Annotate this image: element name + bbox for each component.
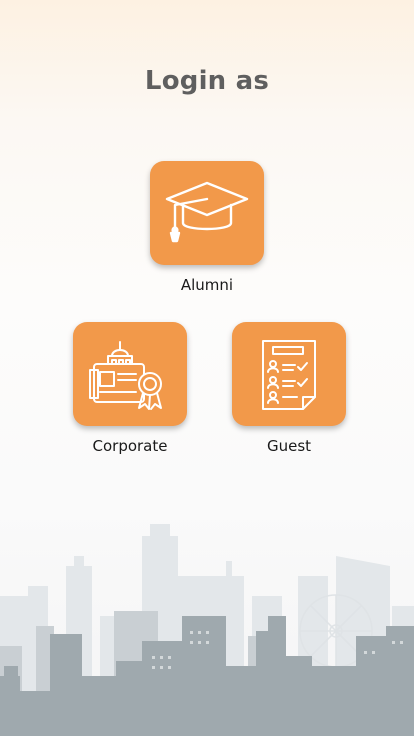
corporate-button[interactable]	[73, 322, 187, 426]
corporate-building-icon	[89, 341, 162, 410]
alumni-button[interactable]	[150, 161, 264, 265]
city-skyline-illustration	[0, 524, 414, 736]
page-title: Login as	[144, 66, 270, 96]
guest-button[interactable]	[232, 322, 346, 426]
alumni-label: Alumni	[180, 276, 234, 294]
guest-list-icon	[262, 340, 316, 410]
guest-label: Guest	[266, 437, 312, 455]
corporate-label: Corporate	[92, 437, 168, 455]
corporate-option[interactable]: Corporate	[50, 322, 210, 455]
alumni-option[interactable]: Alumni	[127, 161, 287, 294]
graduation-cap-icon	[165, 181, 249, 243]
guest-option[interactable]: Guest	[209, 322, 369, 455]
